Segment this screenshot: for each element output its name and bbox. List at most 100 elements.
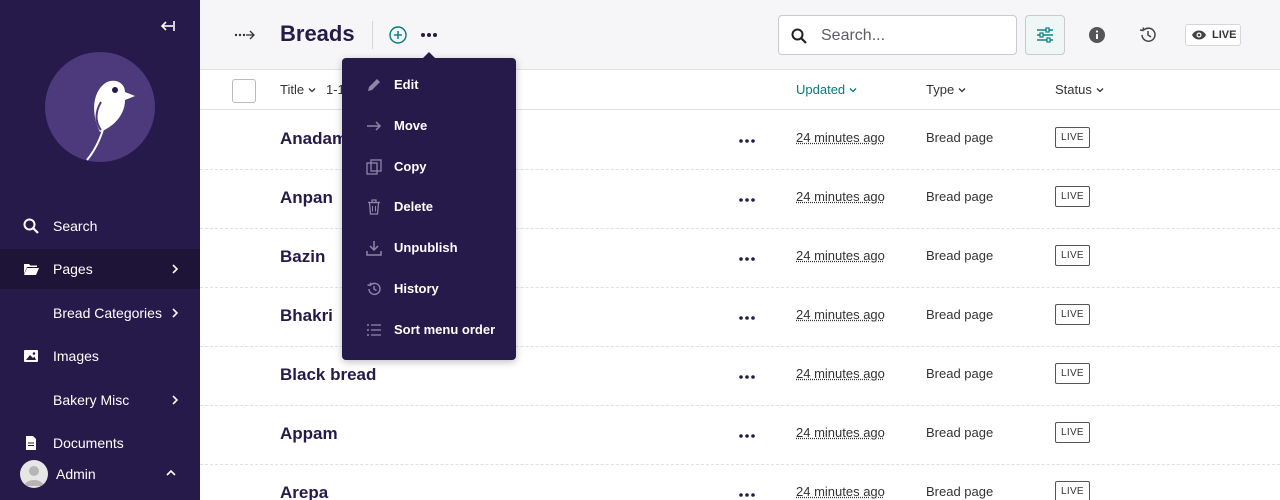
column-header-status[interactable]: Status <box>1055 82 1104 97</box>
status-badge[interactable]: LIVE <box>1055 127 1090 148</box>
sliders-icon <box>1037 27 1053 43</box>
menu-item-delete[interactable]: Delete <box>342 188 516 226</box>
sidebar-item-label: Documents <box>53 435 124 451</box>
page-title-link[interactable]: Bhakri <box>280 306 333 326</box>
column-label: Type <box>926 82 955 97</box>
page-title-link[interactable]: Appam <box>280 424 338 444</box>
updated-time: 24 minutes ago <box>796 366 885 381</box>
more-options-icon[interactable] <box>738 487 756 500</box>
page-title: Breads <box>280 21 355 46</box>
account-label: Admin <box>56 466 96 482</box>
status-badge[interactable]: LIVE <box>1055 481 1090 500</box>
more-options-icon[interactable] <box>738 428 756 444</box>
sidebar-item-search[interactable]: Search <box>0 206 200 246</box>
info-icon[interactable] <box>1088 26 1106 44</box>
chevron-down-icon <box>849 87 857 92</box>
account-menu[interactable]: Admin <box>0 456 200 492</box>
more-options-icon[interactable] <box>738 133 756 149</box>
chevron-down-icon <box>1096 87 1104 92</box>
table-row: Arepa 24 minutes ago Bread page LIVE <box>200 465 1280 500</box>
updated-time: 24 minutes ago <box>796 484 885 499</box>
sidebar-item-label: Pages <box>53 261 93 277</box>
trash-icon <box>368 199 380 215</box>
sidebar-item-bread-categories[interactable]: Bread Categories <box>0 293 200 333</box>
page-actions-dropdown: Edit Move Copy Delete Unpublish History … <box>342 52 516 360</box>
sidebar: Search Pages Bread Categories Images Bak… <box>0 0 200 500</box>
status-badge[interactable]: LIVE <box>1055 363 1090 384</box>
search-icon <box>23 218 39 234</box>
menu-item-label: Delete <box>394 199 434 214</box>
status-badge[interactable]: LIVE <box>1055 245 1090 266</box>
page-type: Bread page <box>926 425 994 440</box>
collapse-sidebar-button[interactable] <box>156 15 178 37</box>
view-live-button[interactable]: LIVE <box>1185 24 1241 46</box>
column-header-updated[interactable]: Updated <box>796 82 857 97</box>
page-title-link[interactable]: Black bread <box>280 365 376 385</box>
collapse-icon <box>160 21 175 31</box>
sidebar-item-label: Images <box>53 348 99 364</box>
menu-item-label: Copy <box>394 159 427 174</box>
title-divider <box>372 21 373 49</box>
menu-item-sort-menu-order[interactable]: Sort menu order <box>342 311 516 349</box>
add-child-page-icon[interactable] <box>388 25 408 45</box>
menu-item-label: Move <box>394 118 428 133</box>
more-options-icon[interactable] <box>738 251 756 267</box>
updated-time: 24 minutes ago <box>796 130 885 145</box>
page-type: Bread page <box>926 130 994 145</box>
menu-item-label: Edit <box>394 77 419 92</box>
breadcrumb-expand-icon[interactable] <box>234 26 256 44</box>
column-label: Status <box>1055 82 1092 97</box>
document-icon <box>26 436 36 450</box>
bird-logo-icon <box>86 80 135 161</box>
status-badge[interactable]: LIVE <box>1055 304 1090 325</box>
select-all-checkbox[interactable] <box>232 79 256 103</box>
page-title-link[interactable]: Bazin <box>280 247 325 267</box>
menu-item-history[interactable]: History <box>342 270 516 308</box>
page-title-link[interactable]: Anpan <box>280 188 333 208</box>
updated-time: 24 minutes ago <box>796 189 885 204</box>
menu-item-edit[interactable]: Edit <box>342 66 516 104</box>
menu-item-label: History <box>394 281 439 296</box>
sidebar-item-pages[interactable]: Pages <box>0 249 200 289</box>
wagtail-logo[interactable] <box>45 52 155 162</box>
page-type: Bread page <box>926 307 994 322</box>
more-options-icon[interactable] <box>738 369 756 385</box>
menu-item-move[interactable]: Move <box>342 107 516 145</box>
download-icon <box>366 241 382 256</box>
column-label: Title <box>280 82 305 97</box>
history-icon[interactable] <box>1138 25 1158 45</box>
more-actions-icon[interactable] <box>418 25 440 45</box>
filters-button[interactable] <box>1025 15 1065 55</box>
image-icon <box>24 350 38 362</box>
more-options-icon[interactable] <box>738 310 756 326</box>
sidebar-item-label: Search <box>53 218 98 234</box>
list-icon <box>367 324 381 336</box>
chevron-right-icon <box>172 308 179 318</box>
menu-item-unpublish[interactable]: Unpublish <box>342 229 516 267</box>
more-options-icon[interactable] <box>738 192 756 208</box>
user-icon <box>24 466 44 486</box>
pencil-icon <box>368 79 380 91</box>
page-type: Bread page <box>926 366 994 381</box>
column-header-type[interactable]: Type <box>926 82 966 97</box>
sidebar-item-images[interactable]: Images <box>0 336 200 376</box>
menu-item-label: Unpublish <box>394 240 458 255</box>
page-type: Bread page <box>926 248 994 263</box>
status-badge[interactable]: LIVE <box>1055 186 1090 207</box>
search-input[interactable]: Search... <box>778 15 1017 55</box>
sidebar-item-label: Bakery Misc <box>53 392 130 408</box>
history-icon <box>367 282 381 296</box>
sidebar-item-bakery-misc[interactable]: Bakery Misc <box>0 380 200 420</box>
search-icon <box>791 28 807 44</box>
column-header-title[interactable]: Title <box>280 82 316 97</box>
sidebar-item-label: Bread Categories <box>53 305 162 321</box>
copy-icon <box>366 159 382 175</box>
updated-time: 24 minutes ago <box>796 425 885 440</box>
page-title-link[interactable]: Arepa <box>280 483 328 500</box>
status-badge[interactable]: LIVE <box>1055 422 1090 443</box>
updated-time: 24 minutes ago <box>796 248 885 263</box>
page-type: Bread page <box>926 189 994 204</box>
page-type: Bread page <box>926 484 994 499</box>
menu-item-copy[interactable]: Copy <box>342 148 516 186</box>
table-row: Appam 24 minutes ago Bread page LIVE <box>200 406 1280 465</box>
